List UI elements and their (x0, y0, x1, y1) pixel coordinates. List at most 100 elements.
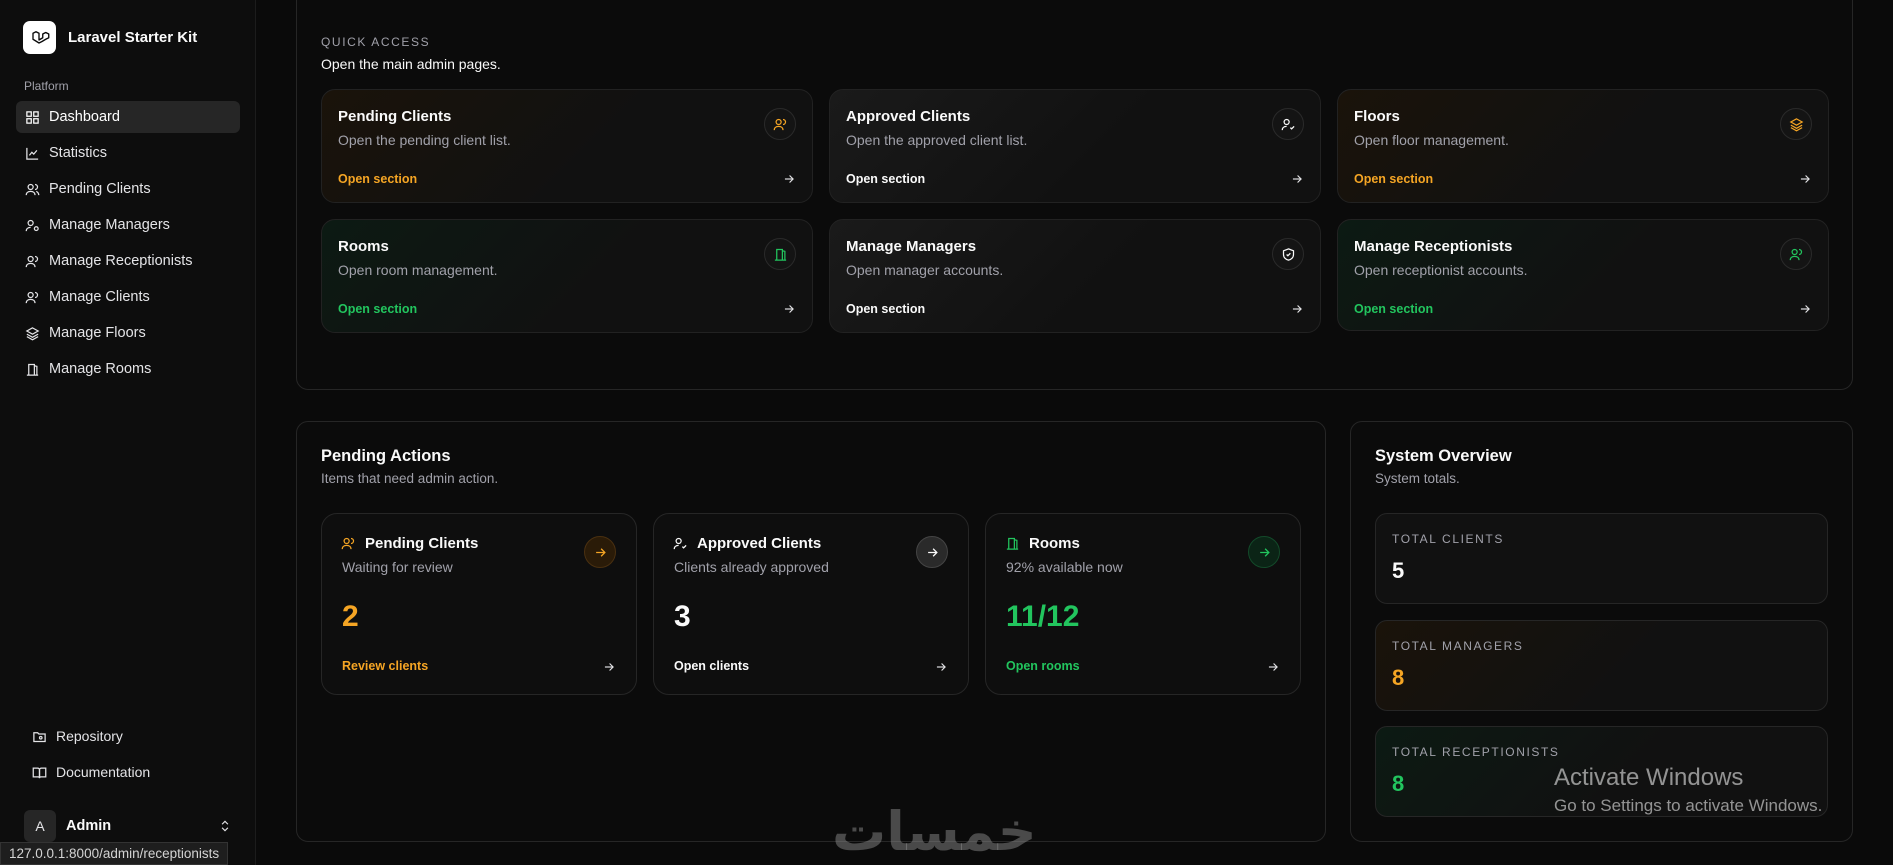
card-title: Rooms (1029, 535, 1080, 552)
go-button[interactable] (1248, 536, 1280, 568)
quick-access-eyebrow: QUICK ACCESS (321, 35, 431, 49)
card-description: Open receptionist accounts. (1354, 262, 1528, 278)
documentation-label: Documentation (56, 764, 151, 780)
pending-actions-subtitle: Items that need admin action. (321, 471, 499, 486)
sidebar-item-manage-receptionists[interactable]: Manage Receptionists (16, 245, 240, 277)
sidebar-footer-links: Repository Documentation (24, 720, 234, 792)
sidebar-item-pending-clients[interactable]: Pending Clients (16, 173, 240, 205)
stat-label: TOTAL MANAGERS (1392, 639, 1524, 653)
open-section-link[interactable]: Open section (338, 302, 417, 316)
documentation-link[interactable]: Documentation (24, 756, 234, 788)
card-title: Pending Clients (338, 108, 452, 125)
arrow-right-icon (1800, 175, 1810, 183)
stat-value: 5 (1392, 558, 1405, 583)
open-section-link[interactable]: Open section (338, 172, 417, 186)
pending-count: 2 (342, 600, 359, 633)
go-button[interactable] (916, 536, 948, 568)
arrow-right-icon (1292, 175, 1302, 183)
quick-card-rooms[interactable]: Rooms Open room management. Open section (321, 219, 813, 333)
users-icon (25, 255, 39, 267)
quick-card-pending-clients[interactable]: Pending Clients Open the pending client … (321, 89, 813, 203)
stat-value: 8 (1392, 771, 1405, 796)
quick-card-manage-managers[interactable]: Manage Managers Open manager accounts. O… (829, 219, 1321, 333)
sidebar-item-statistics[interactable]: Statistics (16, 137, 240, 169)
arrow-right-icon (595, 547, 606, 557)
go-button[interactable] (584, 536, 616, 568)
arrow-right-icon (604, 663, 614, 671)
users-icon (1780, 238, 1812, 270)
repository-label: Repository (56, 728, 123, 744)
review-clients-link[interactable]: Review clients (342, 659, 428, 673)
card-title: Approved Clients (846, 108, 971, 125)
card-description: 92% available now (1006, 559, 1123, 575)
door-icon (26, 363, 39, 376)
sidebar-item-label: Manage Receptionists (49, 253, 193, 269)
laravel-logo-icon (23, 21, 56, 54)
open-rooms-link[interactable]: Open rooms (1006, 659, 1080, 673)
sidebar: Laravel Starter Kit Platform Dashboard S… (0, 0, 256, 865)
khamsat-logo: خمسات (832, 800, 1037, 863)
nav-group-label: Platform (24, 79, 69, 93)
arrow-right-icon (1800, 305, 1810, 313)
app-name: Laravel Starter Kit (68, 29, 198, 46)
quick-card-manage-receptionists[interactable]: Manage Receptionists Open receptionist a… (1337, 219, 1829, 331)
user-menu[interactable]: A Admin (24, 810, 238, 842)
card-header: Rooms (1005, 535, 1080, 552)
grid-icon (26, 110, 39, 124)
total-clients-card: TOTAL CLIENTS 5 (1375, 513, 1828, 604)
card-description: Clients already approved (674, 559, 829, 575)
sidebar-item-label: Manage Floors (49, 325, 146, 341)
user-check-icon (673, 537, 687, 550)
repository-link[interactable]: Repository (24, 720, 234, 752)
card-description: Waiting for review (342, 559, 453, 575)
open-section-link[interactable]: Open section (1354, 302, 1433, 316)
pending-card-pending-clients[interactable]: Pending Clients Waiting for review 2 Rev… (321, 513, 637, 695)
arrow-right-icon (784, 305, 794, 313)
pending-actions-panel: Pending Actions Items that need admin ac… (296, 421, 1326, 842)
open-section-link[interactable]: Open section (846, 172, 925, 186)
approved-count: 3 (674, 600, 691, 633)
stat-label: TOTAL RECEPTIONISTS (1392, 745, 1560, 759)
sidebar-item-label: Manage Clients (49, 289, 150, 305)
sidebar-item-manage-rooms[interactable]: Manage Rooms (16, 353, 240, 385)
open-section-link[interactable]: Open section (1354, 172, 1433, 186)
door-icon (764, 238, 796, 270)
arrow-right-icon (784, 175, 794, 183)
sidebar-item-manage-floors[interactable]: Manage Floors (16, 317, 240, 349)
arrow-right-icon (927, 547, 938, 557)
card-title: Manage Receptionists (1354, 238, 1513, 255)
activate-windows-watermark: Activate Windows Go to Settings to activ… (1554, 764, 1822, 816)
card-header: Pending Clients (341, 535, 478, 552)
total-managers-card: TOTAL MANAGERS 8 (1375, 620, 1828, 711)
shield-check-icon (1272, 238, 1304, 270)
sidebar-item-manage-managers[interactable]: Manage Managers (16, 209, 240, 241)
sidebar-item-label: Manage Managers (49, 217, 170, 233)
sidebar-item-dashboard[interactable]: Dashboard (16, 101, 240, 133)
user-name: Admin (66, 818, 112, 834)
card-description: Open floor management. (1354, 132, 1509, 148)
arrow-right-icon (1292, 305, 1302, 313)
brand[interactable]: Laravel Starter Kit (23, 21, 197, 54)
sidebar-item-label: Statistics (49, 145, 108, 161)
sidebar-item-label: Manage Rooms (49, 361, 152, 377)
open-clients-link[interactable]: Open clients (674, 659, 749, 673)
users-icon (25, 291, 39, 303)
open-section-link[interactable]: Open section (846, 302, 925, 316)
user-check-icon (1272, 108, 1304, 140)
quick-card-approved-clients[interactable]: Approved Clients Open the approved clien… (829, 89, 1321, 203)
chart-icon (26, 147, 39, 160)
quick-card-floors[interactable]: Floors Open floor management. Open secti… (1337, 89, 1829, 203)
stat-value: 8 (1392, 665, 1405, 690)
stat-label: TOTAL CLIENTS (1392, 532, 1504, 546)
pending-card-approved-clients[interactable]: Approved Clients Clients already approve… (653, 513, 969, 695)
system-overview-title: System Overview (1375, 447, 1512, 465)
avatar: A (24, 810, 56, 842)
layers-icon (1780, 108, 1812, 140)
sidebar-item-manage-clients[interactable]: Manage Clients (16, 281, 240, 313)
users-icon (341, 537, 355, 550)
card-title: Approved Clients (697, 535, 822, 552)
pending-card-rooms[interactable]: Rooms 92% available now 11/12 Open rooms (985, 513, 1301, 695)
card-description: Open the pending client list. (338, 132, 511, 148)
card-description: Open the approved client list. (846, 132, 1028, 148)
quick-access-panel: QUICK ACCESS Open the main admin pages. … (296, 0, 1853, 390)
